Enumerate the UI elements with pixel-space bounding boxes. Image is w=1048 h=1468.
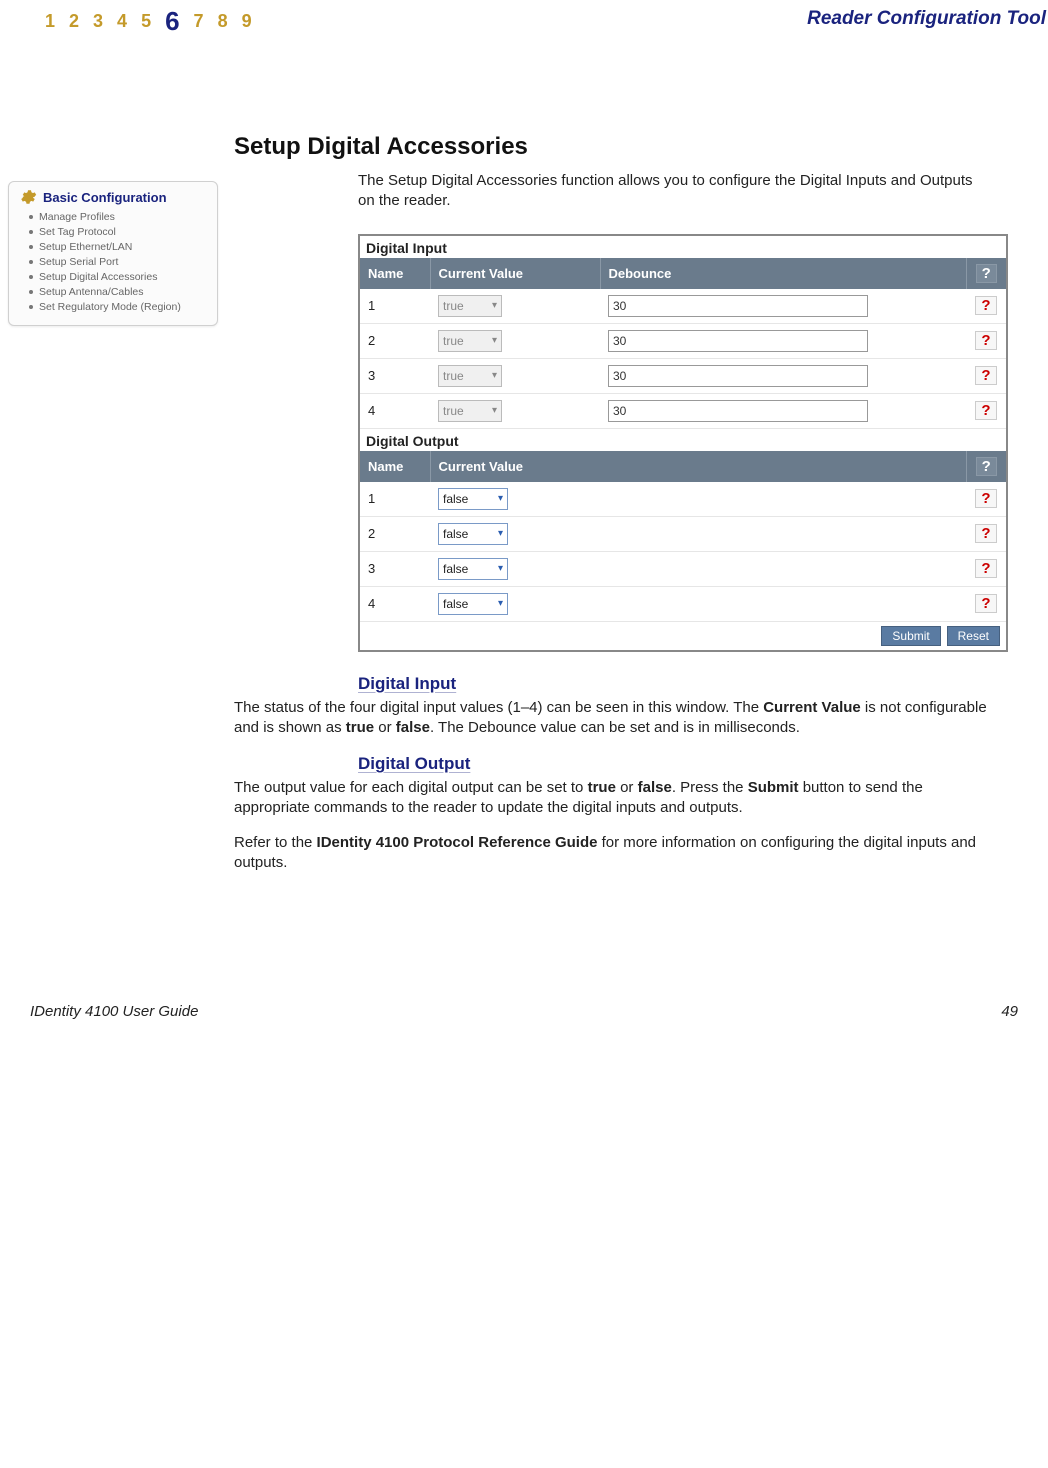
row-name: 4 xyxy=(360,586,430,621)
table-row: 2 false▾? xyxy=(360,516,1006,551)
row-name: 3 xyxy=(360,358,430,393)
footer-left: IDentity 4100 User Guide xyxy=(30,1003,198,1020)
footer-page-number: 49 xyxy=(1001,1003,1018,1020)
row-name: 1 xyxy=(360,289,430,324)
current-value-select[interactable]: false▾ xyxy=(438,523,508,545)
help-icon[interactable]: ? xyxy=(975,401,996,420)
current-value-select: true▾ xyxy=(438,365,502,387)
sidebar-item[interactable]: Set Tag Protocol xyxy=(19,225,207,240)
debounce-input[interactable] xyxy=(608,295,868,317)
digital-input-heading: Digital Input xyxy=(360,236,1006,258)
help-icon[interactable]: ? xyxy=(975,366,996,385)
table-row: 4 true▾? xyxy=(360,393,1006,428)
row-name: 2 xyxy=(360,516,430,551)
col-current-value: Current Value xyxy=(430,258,600,289)
reference-paragraph: Refer to the IDentity 4100 Protocol Refe… xyxy=(234,833,988,874)
current-value-select[interactable]: false▾ xyxy=(438,558,508,580)
sidebar-item[interactable]: Setup Antenna/Cables xyxy=(19,285,207,300)
col-help: ? xyxy=(966,258,1006,289)
reset-button[interactable]: Reset xyxy=(947,626,1000,646)
chevron-down-icon: ▾ xyxy=(492,405,497,416)
row-name: 4 xyxy=(360,393,430,428)
digital-output-subheading: Digital Output xyxy=(358,754,988,774)
current-value-select: true▾ xyxy=(438,400,502,422)
chevron-down-icon: ▾ xyxy=(498,493,503,504)
table-row: 2 true▾? xyxy=(360,323,1006,358)
current-value-select[interactable]: false▾ xyxy=(438,593,508,615)
col-name: Name xyxy=(360,451,430,482)
chapter-nav-8[interactable]: 8 xyxy=(218,11,228,32)
chapter-nav-2[interactable]: 2 xyxy=(69,11,79,32)
row-name: 1 xyxy=(360,482,430,517)
debounce-input[interactable] xyxy=(608,400,868,422)
digital-output-paragraph: The output value for each digital output… xyxy=(234,778,988,819)
chevron-down-icon: ▾ xyxy=(492,370,497,381)
submit-button[interactable]: Submit xyxy=(881,626,940,646)
chapter-nav-4[interactable]: 4 xyxy=(117,11,127,32)
table-row: 1 true▾? xyxy=(360,289,1006,324)
digital-input-subheading: Digital Input xyxy=(358,674,988,694)
row-name: 3 xyxy=(360,551,430,586)
chapter-nav-5[interactable]: 5 xyxy=(141,11,151,32)
current-value-select[interactable]: false▾ xyxy=(438,488,508,510)
section-title: Setup Digital Accessories xyxy=(234,133,988,161)
sidebar-item[interactable]: Manage Profiles xyxy=(19,210,207,225)
table-row: 4 false▾? xyxy=(360,586,1006,621)
chevron-down-icon: ▾ xyxy=(498,563,503,574)
digital-accessories-panel: Digital Input Name Current Value Debounc… xyxy=(358,234,1008,652)
digital-input-table: Name Current Value Debounce ? 1 true▾? 2 tr… xyxy=(360,258,1006,429)
digital-output-heading: Digital Output xyxy=(360,429,1006,451)
col-current-value: Current Value xyxy=(430,451,966,482)
chapter-nav-1[interactable]: 1 xyxy=(45,11,55,32)
chapter-nav-7[interactable]: 7 xyxy=(194,11,204,32)
sidebar-basic-configuration: Basic Configuration Manage ProfilesSet T… xyxy=(8,181,218,326)
intro-paragraph: The Setup Digital Accessories function a… xyxy=(358,171,988,212)
chapter-nav: 123456789 xyxy=(45,6,252,37)
help-icon: ? xyxy=(976,457,997,476)
table-row: 3 false▾? xyxy=(360,551,1006,586)
digital-input-paragraph: The status of the four digital input val… xyxy=(234,698,988,739)
current-value-select: true▾ xyxy=(438,295,502,317)
help-icon[interactable]: ? xyxy=(975,489,996,508)
digital-output-table: Name Current Value ? 1 false▾? 2 false▾? 3 fa… xyxy=(360,451,1006,622)
col-debounce: Debounce xyxy=(600,258,966,289)
help-icon: ? xyxy=(976,264,997,283)
help-icon[interactable]: ? xyxy=(975,594,996,613)
help-icon[interactable]: ? xyxy=(975,296,996,315)
sidebar-item[interactable]: Set Regulatory Mode (Region) xyxy=(19,300,207,315)
col-help: ? xyxy=(966,451,1006,482)
current-value-select: true▾ xyxy=(438,330,502,352)
help-icon[interactable]: ? xyxy=(975,559,996,578)
chevron-down-icon: ▾ xyxy=(498,528,503,539)
table-row: 3 true▾? xyxy=(360,358,1006,393)
chevron-down-icon: ▾ xyxy=(498,598,503,609)
help-icon[interactable]: ? xyxy=(975,524,996,543)
header-title: Reader Configuration Tool xyxy=(807,8,1046,30)
sidebar-item[interactable]: Setup Ethernet/LAN xyxy=(19,240,207,255)
row-name: 2 xyxy=(360,323,430,358)
gear-icon xyxy=(19,188,37,206)
table-row: 1 false▾? xyxy=(360,482,1006,517)
col-name: Name xyxy=(360,258,430,289)
sidebar-item[interactable]: Setup Serial Port xyxy=(19,255,207,270)
chapter-nav-9[interactable]: 9 xyxy=(242,11,252,32)
help-icon[interactable]: ? xyxy=(975,331,996,350)
chevron-down-icon: ▾ xyxy=(492,300,497,311)
chapter-nav-3[interactable]: 3 xyxy=(93,11,103,32)
sidebar-item[interactable]: Setup Digital Accessories xyxy=(19,270,207,285)
chevron-down-icon: ▾ xyxy=(492,335,497,346)
debounce-input[interactable] xyxy=(608,365,868,387)
chapter-nav-6[interactable]: 6 xyxy=(165,6,179,37)
sidebar-title: Basic Configuration xyxy=(43,190,167,205)
debounce-input[interactable] xyxy=(608,330,868,352)
